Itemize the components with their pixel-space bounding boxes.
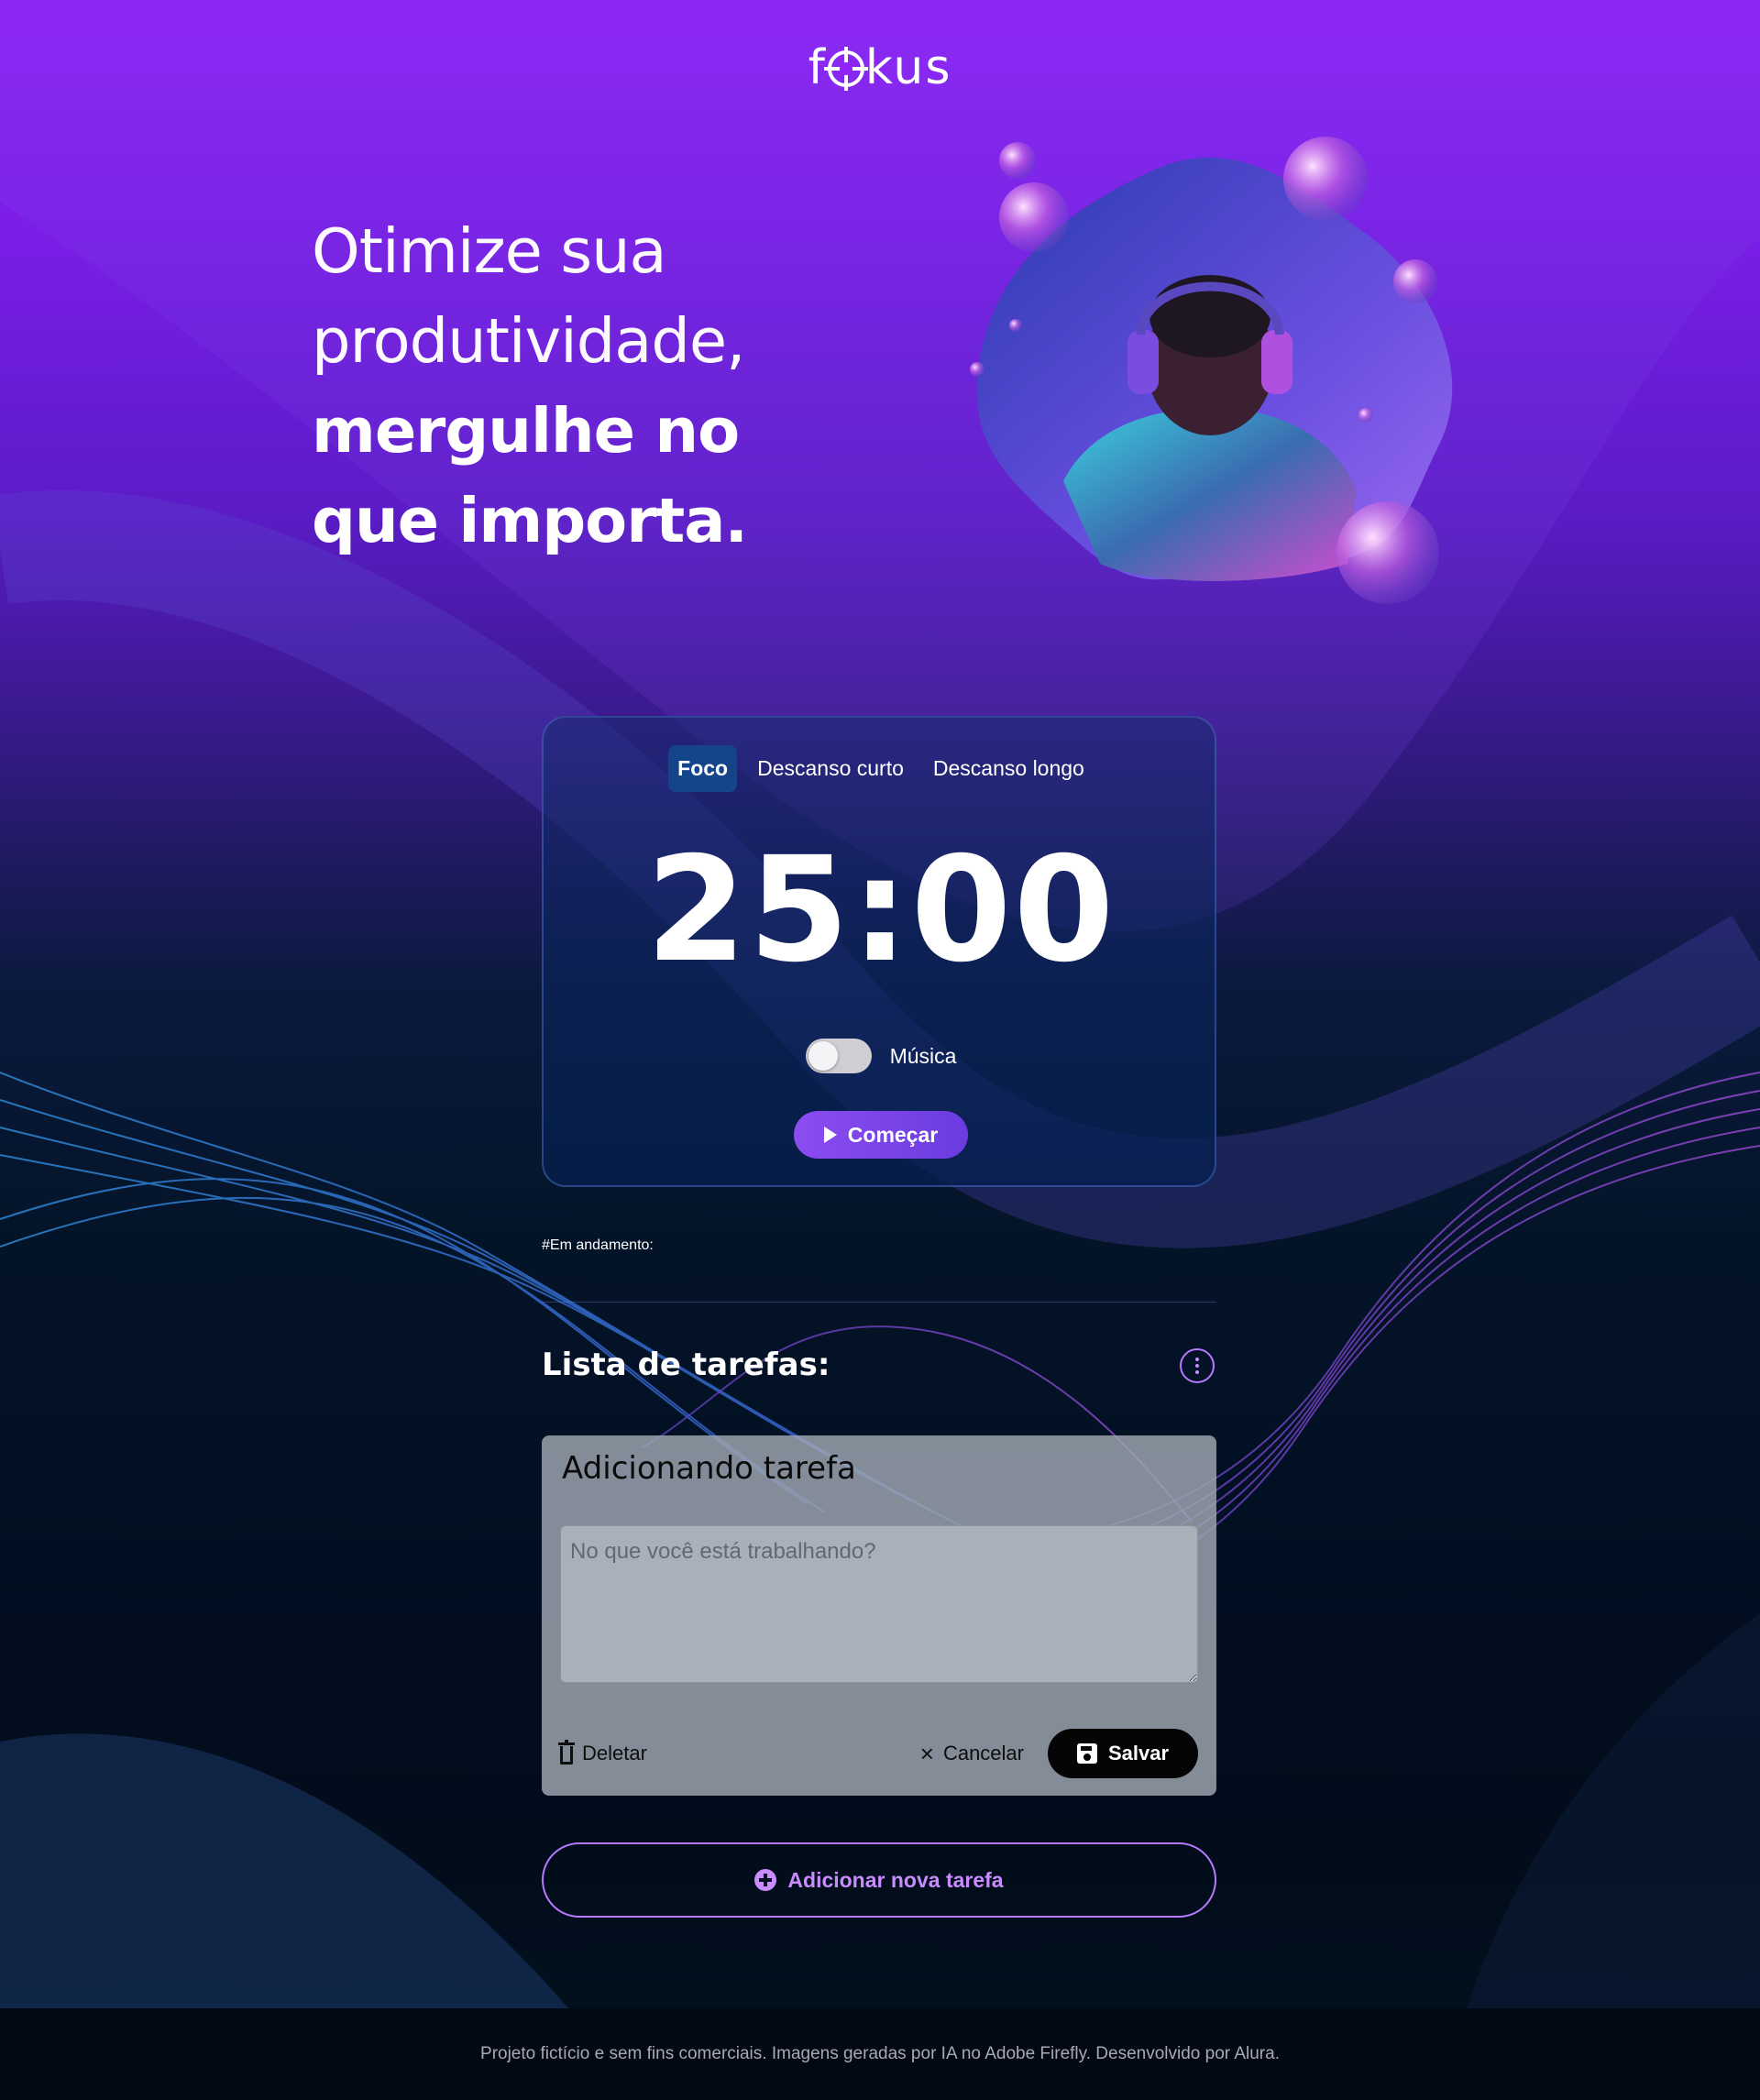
add-task-button-label: Adicionar nova tarefa: [787, 1867, 1004, 1892]
start-button-label: Começar: [847, 1122, 939, 1147]
timer-tabs: Foco Descanso curto Descanso longo: [544, 745, 1218, 792]
add-task-button[interactable]: Adicionar nova tarefa: [542, 1842, 1216, 1918]
tab-focus[interactable]: Foco: [668, 745, 738, 792]
plus-circle-icon: [754, 1869, 777, 1891]
task-list-title: Lista de tarefas:: [542, 1347, 830, 1383]
in-progress-label: #Em andamento:: [542, 1237, 654, 1253]
trash-icon: [558, 1740, 575, 1765]
form-title: Adicionando tarefa: [562, 1450, 856, 1487]
music-label: Música: [889, 1043, 957, 1068]
hero-illustration: [970, 137, 1453, 604]
floppy-disk-icon: [1076, 1743, 1097, 1764]
footer: Projeto fictício e sem fins comerciais. …: [0, 2008, 1760, 2100]
tab-long-break[interactable]: Descanso longo: [924, 745, 1094, 792]
target-icon: [823, 47, 868, 91]
music-toggle[interactable]: [805, 1039, 872, 1073]
timer-card: Foco Descanso curto Descanso longo 25:00…: [542, 716, 1216, 1187]
more-options-icon[interactable]: [1180, 1348, 1215, 1383]
hero-headline: Otimize sua produtividade, mergulhe no q…: [312, 206, 880, 566]
timer-display: 25:00: [645, 826, 1116, 995]
start-button[interactable]: Começar: [794, 1111, 968, 1159]
task-list-header: Lista de tarefas:: [542, 1343, 1216, 1389]
task-description-input[interactable]: [560, 1525, 1198, 1683]
tab-short-break[interactable]: Descanso curto: [748, 745, 913, 792]
form-actions: Deletar × Cancelar Salvar: [558, 1729, 1198, 1778]
toggle-knob: [808, 1041, 838, 1071]
footer-text: Projeto fictício e sem fins comerciais. …: [480, 2044, 1280, 2063]
hero-line-2: produtividade,: [312, 305, 745, 377]
delete-button[interactable]: Deletar: [558, 1729, 647, 1778]
play-icon: [823, 1127, 837, 1143]
cancel-button-label: Cancelar: [942, 1742, 1024, 1765]
hero-line-1: Otimize sua: [312, 215, 667, 287]
cancel-button[interactable]: × Cancelar: [920, 1729, 1024, 1778]
music-toggle-row: Música: [544, 1039, 1218, 1073]
delete-button-label: Deletar: [582, 1742, 647, 1765]
fokus-logo: f kus: [808, 40, 952, 95]
add-task-form: Adicionando tarefa Deletar × Cancelar Sa…: [542, 1435, 1216, 1796]
section-divider: [542, 1302, 1216, 1303]
hero-line-4: que importa.: [312, 485, 748, 556]
save-button[interactable]: Salvar: [1048, 1729, 1198, 1778]
hero-line-3: mergulhe no: [312, 395, 740, 467]
close-icon: ×: [919, 1740, 934, 1767]
save-button-label: Salvar: [1107, 1742, 1170, 1765]
